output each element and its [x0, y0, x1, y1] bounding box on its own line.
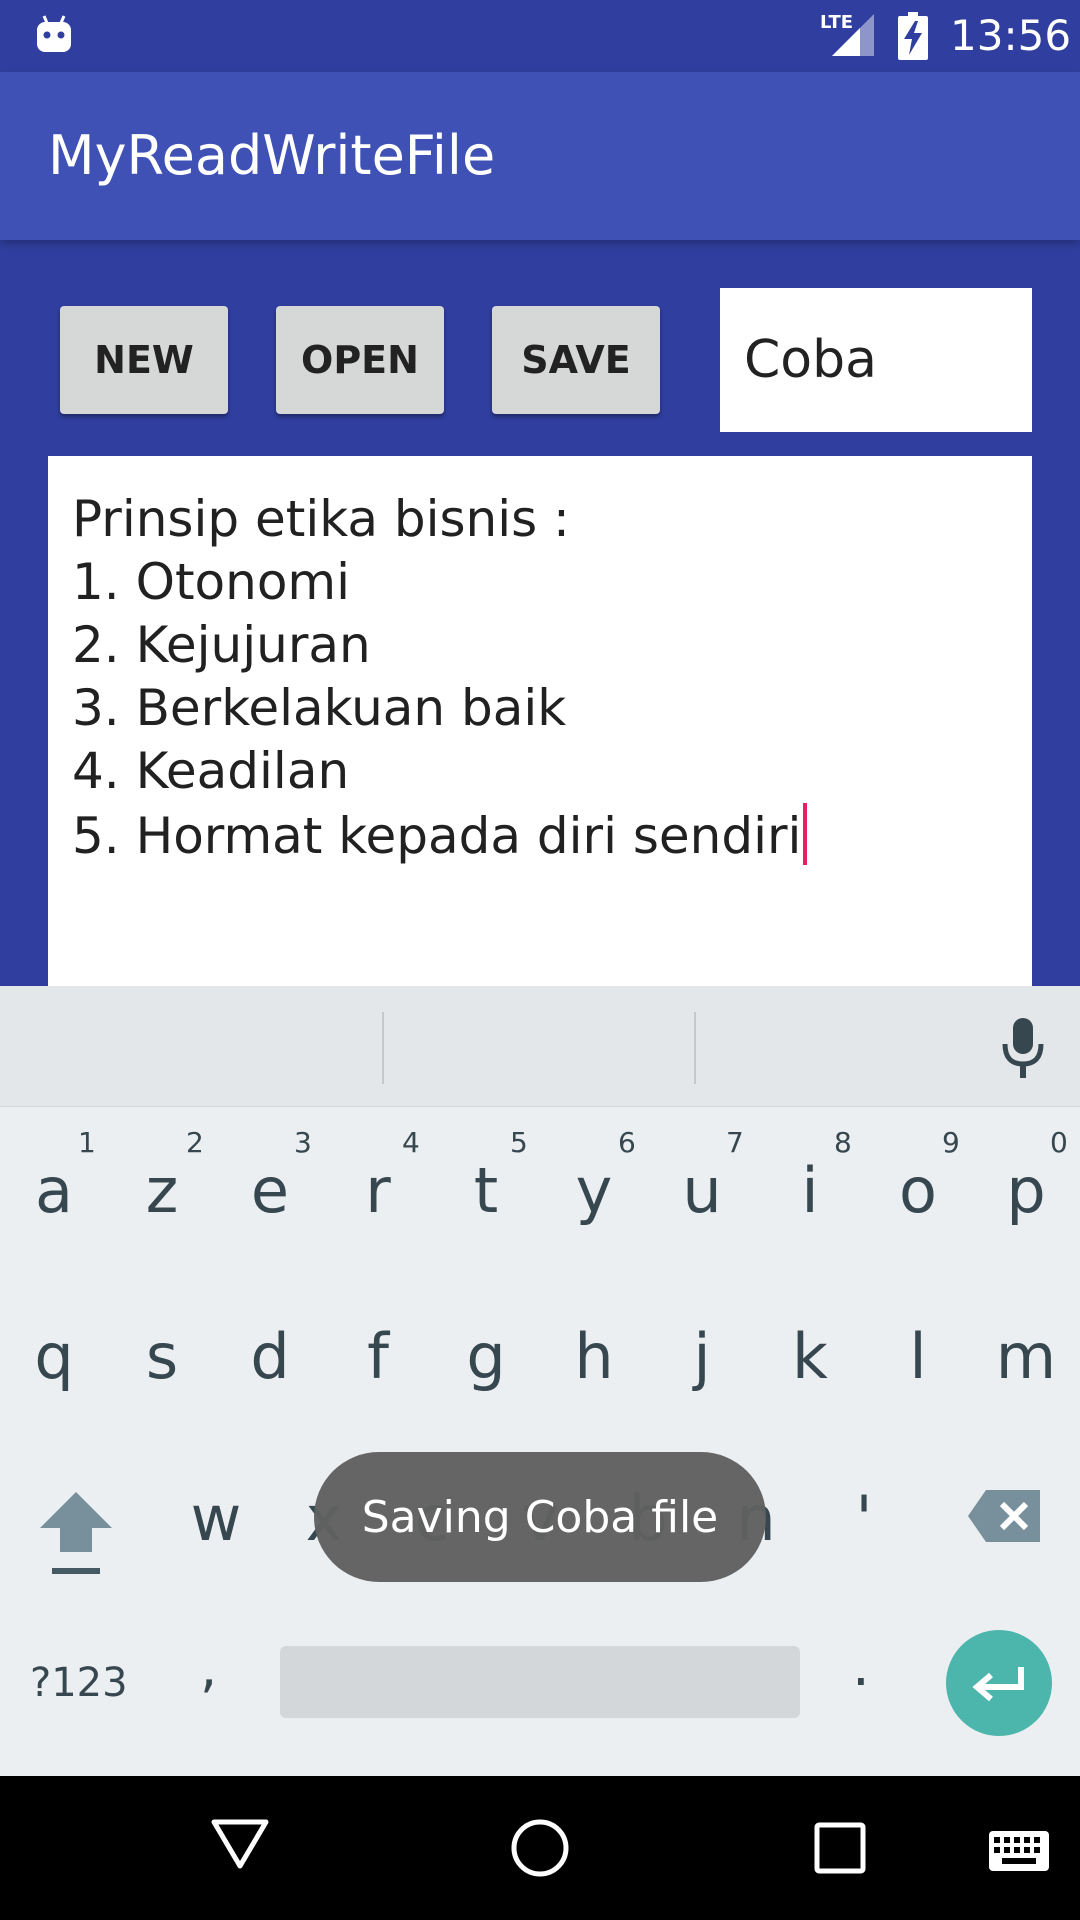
- filename-value: Coba: [744, 330, 877, 390]
- app-bar: MyReadWriteFile: [0, 72, 1080, 240]
- key-t[interactable]: t: [432, 1154, 540, 1228]
- editor-line: Prinsip etika bisnis :: [72, 490, 570, 548]
- key-g[interactable]: g: [432, 1320, 540, 1394]
- backspace-key-icon[interactable]: [966, 1488, 1042, 1544]
- shift-key-icon[interactable]: [36, 1486, 116, 1586]
- key-w[interactable]: w: [162, 1482, 270, 1556]
- symbols-key[interactable]: ?123: [30, 1660, 128, 1706]
- keyboard-switch-icon[interactable]: [988, 1830, 1050, 1872]
- key-y[interactable]: y: [540, 1154, 648, 1228]
- key-hint: 0: [1050, 1126, 1068, 1159]
- lte-signal-icon: LTE: [818, 12, 874, 58]
- key-f[interactable]: f: [324, 1320, 432, 1394]
- enter-icon: [972, 1667, 1024, 1702]
- editor-line: 3. Berkelakuan baik: [72, 679, 567, 737]
- key-e[interactable]: e: [216, 1154, 324, 1228]
- key-hint: 8: [834, 1126, 852, 1159]
- space-key[interactable]: [280, 1646, 800, 1718]
- navigation-bar: [0, 1776, 1080, 1920]
- key-u[interactable]: u: [648, 1154, 756, 1228]
- key-hint: 5: [510, 1126, 528, 1159]
- toast-message: Saving Coba file: [314, 1452, 766, 1582]
- editor-last-line: 5. Hormat kepada diri sendiri: [72, 803, 1008, 868]
- editor-line: 1. Otonomi: [72, 553, 351, 611]
- key-hint: 2: [186, 1126, 204, 1159]
- key-r[interactable]: r: [324, 1154, 432, 1228]
- key-j[interactable]: j: [648, 1320, 756, 1394]
- battery-charging-icon: [898, 12, 928, 60]
- key-apostrophe[interactable]: ': [810, 1482, 918, 1556]
- key-o[interactable]: o: [864, 1154, 972, 1228]
- recents-nav-icon[interactable]: [814, 1822, 866, 1874]
- comma-key[interactable]: ,: [200, 1636, 217, 1699]
- back-nav-icon[interactable]: [210, 1816, 270, 1872]
- key-p[interactable]: p: [972, 1154, 1080, 1228]
- editor-line: 5. Hormat kepada diri sendiri: [72, 807, 802, 865]
- open-button[interactable]: OPEN: [276, 306, 444, 414]
- key-d[interactable]: d: [216, 1320, 324, 1394]
- editor-line: 2. Kejujuran: [72, 616, 371, 674]
- status-time: 13:56: [950, 11, 1072, 60]
- key-a[interactable]: a: [0, 1154, 108, 1228]
- key-hint: 3: [294, 1126, 312, 1159]
- android-debug-icon: [37, 15, 71, 52]
- text-cursor: [803, 803, 808, 865]
- key-hint: 6: [618, 1126, 636, 1159]
- filename-field[interactable]: Coba: [720, 288, 1032, 432]
- key-h[interactable]: h: [540, 1320, 648, 1394]
- key-hint: 1: [78, 1126, 96, 1159]
- suggestion-strip: [0, 986, 1080, 1107]
- key-q[interactable]: q: [0, 1320, 108, 1394]
- key-z[interactable]: z: [108, 1154, 216, 1228]
- soft-keyboard: a1z2e3r4t5y6u7i8o9p0 qsdfghjklm wxcvbn' …: [0, 986, 1080, 1776]
- app-title: MyReadWriteFile: [48, 124, 496, 187]
- key-hint: 4: [402, 1126, 420, 1159]
- enter-key[interactable]: [946, 1630, 1052, 1736]
- editor-line: 4. Keadilan: [72, 742, 350, 800]
- key-s[interactable]: s: [108, 1320, 216, 1394]
- new-button[interactable]: NEW: [60, 306, 228, 414]
- key-l[interactable]: l: [864, 1320, 972, 1394]
- period-key[interactable]: .: [852, 1634, 870, 1699]
- status-bar: LTE 13:56: [0, 0, 1080, 72]
- network-type-label: LTE: [820, 12, 854, 33]
- key-i[interactable]: i: [756, 1154, 864, 1228]
- key-m[interactable]: m: [972, 1320, 1080, 1394]
- home-nav-icon[interactable]: [510, 1818, 570, 1878]
- suggestion-divider: [694, 1012, 696, 1084]
- key-hint: 9: [942, 1126, 960, 1159]
- key-hint: 7: [726, 1126, 744, 1159]
- save-button[interactable]: SAVE: [492, 306, 660, 414]
- content-editor[interactable]: Prinsip etika bisnis : 1. Otonomi 2. Kej…: [48, 456, 1032, 986]
- microphone-icon[interactable]: [998, 1016, 1048, 1080]
- suggestion-divider: [382, 1012, 384, 1084]
- key-k[interactable]: k: [756, 1320, 864, 1394]
